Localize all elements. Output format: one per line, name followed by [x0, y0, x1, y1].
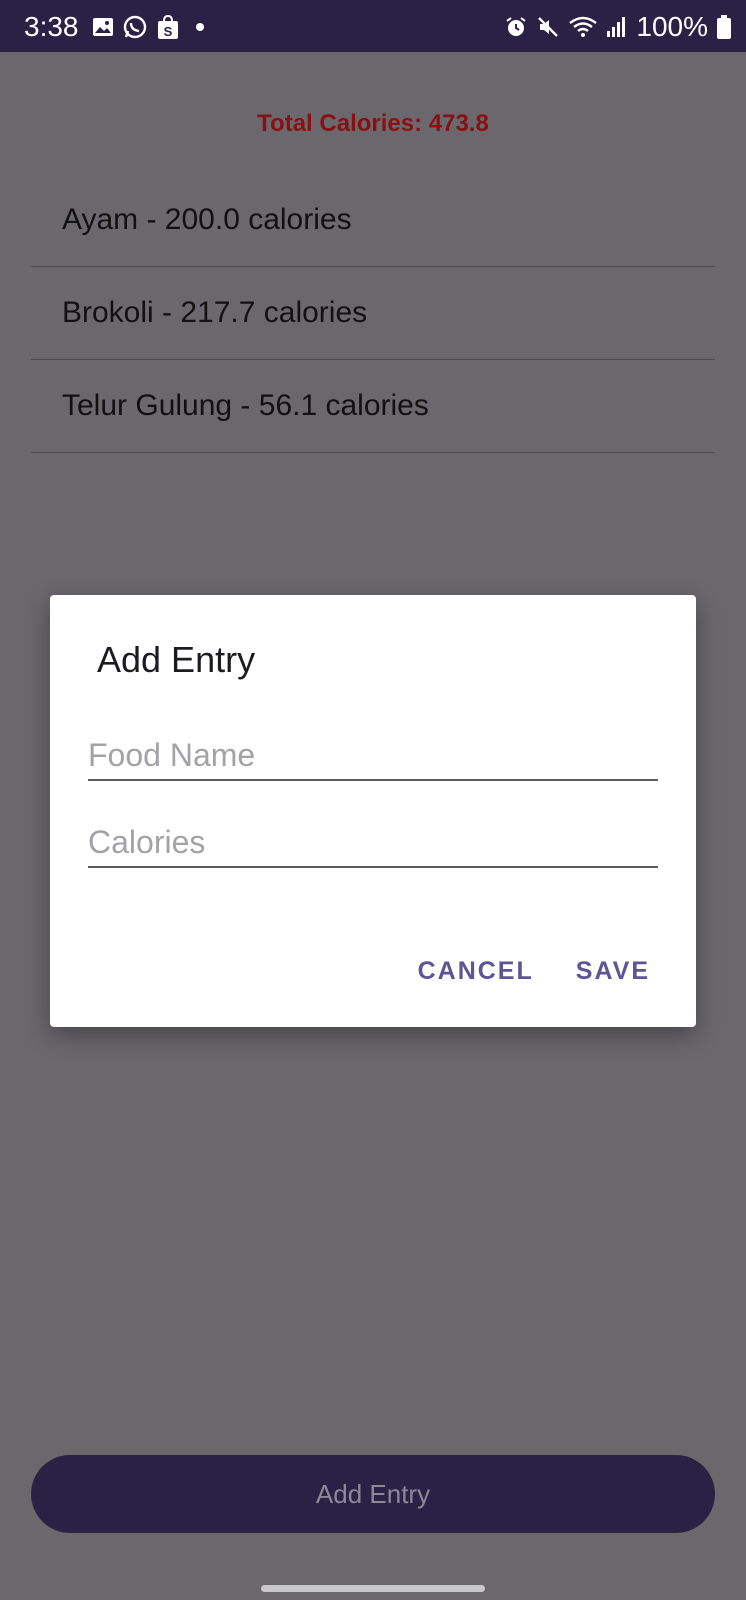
cancel-button[interactable]: CANCEL [418, 957, 534, 986]
list-item[interactable]: Telur Gulung - 56.1 calories [31, 360, 715, 453]
dialog-title: Add Entry [97, 639, 256, 680]
dialog-actions: CANCEL SAVE [418, 957, 650, 986]
home-indicator[interactable] [261, 1585, 485, 1592]
save-button[interactable]: SAVE [576, 957, 650, 986]
clock: 3:38 [24, 11, 79, 42]
battery-icon [717, 15, 731, 39]
notification-dot [196, 23, 204, 31]
calories-input[interactable] [88, 818, 658, 868]
whatsapp-icon [123, 15, 147, 39]
signal-icon [607, 17, 626, 37]
food-name-input[interactable] [88, 731, 658, 781]
alarm-icon [506, 17, 526, 36]
entry-label: Telur Gulung - 56.1 calories [62, 389, 429, 422]
gallery-icon [93, 18, 113, 36]
list-item[interactable]: Brokoli - 217.7 calories [31, 267, 715, 360]
notification-icons: S [92, 14, 204, 40]
svg-text:S: S [164, 24, 173, 39]
battery-percent: 100% [636, 11, 708, 42]
list-item[interactable]: Ayam - 200.0 calories [31, 174, 715, 267]
entry-label: Ayam - 200.0 calories [62, 203, 352, 236]
system-icons: 100% [504, 11, 732, 43]
entry-label: Brokoli - 217.7 calories [62, 296, 368, 329]
entries-list: Ayam - 200.0 calories Brokoli - 217.7 ca… [31, 174, 715, 453]
add-entry-dialog: Add Entry CANCEL SAVE [50, 595, 696, 1027]
wifi-icon [569, 16, 598, 37]
add-entry-button[interactable]: Add Entry [31, 1455, 715, 1533]
total-calories: Total Calories: 473.8 [257, 110, 489, 137]
shopee-icon: S [158, 14, 178, 39]
mute-icon [538, 17, 559, 37]
status-bar: 3:38 S 100% [0, 0, 746, 52]
